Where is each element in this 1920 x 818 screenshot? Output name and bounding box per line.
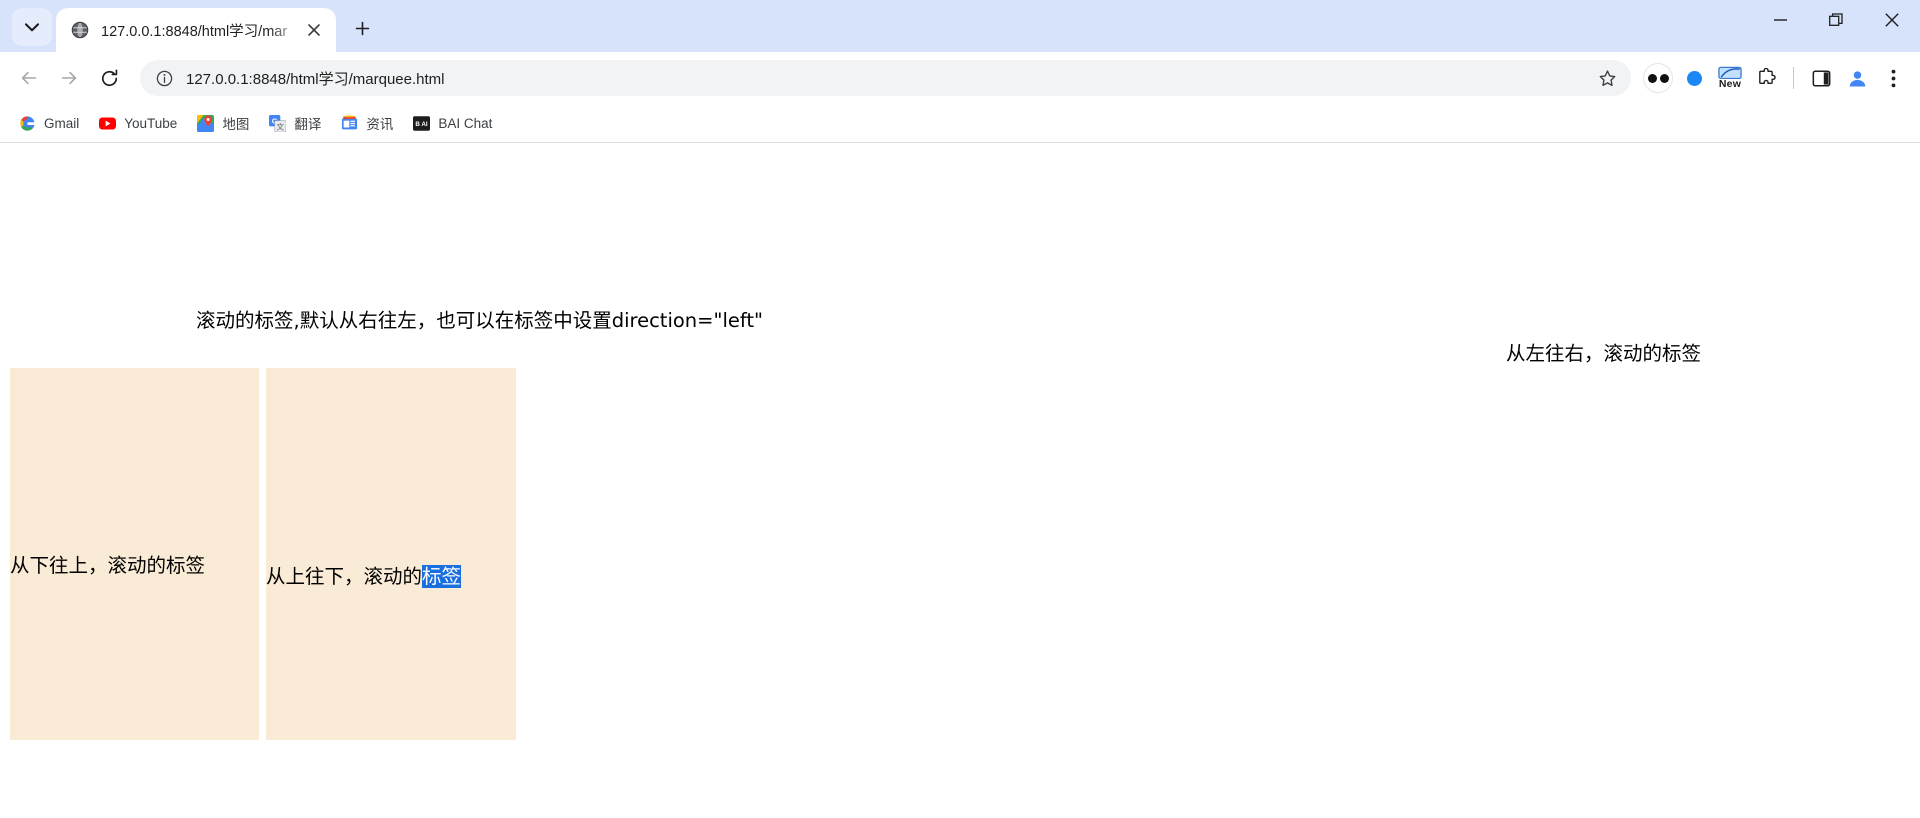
forward-button[interactable] (50, 59, 88, 97)
tab-search-button[interactable] (12, 8, 52, 46)
marquee-default-direction-text: 滚动的标签,默认从右往左，也可以在标签中设置direction="left" (196, 309, 764, 332)
bookmark-news[interactable]: 资讯 (332, 109, 402, 137)
plus-icon (355, 21, 369, 35)
reload-icon (101, 68, 117, 86)
avatar-icon (1849, 70, 1865, 87)
puzzle-piece-icon (1758, 67, 1776, 84)
profile-avatar-button[interactable] (1840, 61, 1874, 95)
google-maps-icon (197, 114, 215, 132)
close-icon (1885, 13, 1899, 27)
extension-new-button[interactable]: New (1713, 61, 1747, 95)
chrome-menu-button[interactable] (1876, 61, 1910, 95)
bookmark-label: 翻译 (294, 117, 322, 132)
minimize-icon (1773, 19, 1787, 21)
blue-dot-extension-icon (1686, 70, 1702, 86)
tab-active[interactable]: 127.0.0.1:8848/html学习/mar (56, 8, 336, 52)
site-info-icon[interactable] (154, 68, 174, 88)
marquee-right-direction-text: 从左往右，滚动的标签 (1506, 342, 1702, 365)
browser-window: 127.0.0.1:8848/html学习/mar 127.0.0.1:8848… (0, 0, 1920, 818)
marquee-down-text: 从上往下，滚动的标签 (266, 560, 462, 589)
bookmark-translate[interactable]: G 文 翻译 (260, 109, 330, 137)
svg-text:B AI: B AI (416, 121, 429, 128)
restore-icon (1829, 13, 1843, 26)
extension-dots-button[interactable] (1641, 61, 1675, 95)
address-bar[interactable]: 127.0.0.1:8848/html学习/marquee.html (140, 60, 1631, 96)
marquee-box-up: 从下往上，滚动的标签 (10, 368, 259, 740)
tab-close-button[interactable] (302, 18, 326, 42)
tab-strip: 127.0.0.1:8848/html学习/mar (0, 0, 1920, 52)
globe-icon (70, 20, 90, 40)
chevron-down-icon (25, 22, 39, 31)
arrow-left-icon (21, 71, 37, 85)
bookmark-label: Gmail (44, 115, 80, 131)
tab-title: 127.0.0.1:8848/html学习/mar (101, 23, 288, 40)
minimize-window-button[interactable] (1752, 0, 1808, 40)
bookmark-bai-chat[interactable]: B AI BAI Chat (404, 109, 501, 137)
toolbar-divider (1793, 67, 1794, 89)
star-icon (1599, 69, 1615, 86)
bai-chat-icon: B AI (413, 115, 431, 132)
marquee-up-text: 从下往上，滚动的标签 (10, 554, 206, 577)
marquee-box-down: 从上往下，滚动的标签 (266, 368, 516, 740)
new-tab-button[interactable] (344, 10, 380, 46)
side-panel-icon (1812, 70, 1830, 86)
bookmark-label: BAI Chat (438, 115, 493, 131)
browser-toolbar: 127.0.0.1:8848/html学习/marquee.html New (0, 52, 1920, 104)
address-bar-url: 127.0.0.1:8848/html学习/marquee.html (186, 70, 445, 88)
gmail-icon (19, 115, 36, 132)
close-icon (308, 24, 320, 36)
close-window-button[interactable] (1864, 0, 1920, 40)
three-dot-menu-icon (1891, 69, 1895, 87)
new-feature-icon: New (1718, 66, 1742, 90)
page-content: 滚动的标签,默认从右往左，也可以在标签中设置direction="left" 从… (0, 143, 1920, 818)
svg-text:文: 文 (277, 121, 285, 131)
extensions-button[interactable] (1749, 61, 1783, 95)
marquee-down-text-selection[interactable]: 标签 (422, 565, 462, 588)
marquee-down-text-prefix: 从上往下，滚动的 (266, 565, 423, 588)
bookmark-star-button[interactable] (1591, 62, 1623, 94)
arrow-right-icon (61, 71, 77, 85)
side-panel-button[interactable] (1804, 61, 1838, 95)
extension-bluedot-button[interactable] (1677, 61, 1711, 95)
youtube-icon (99, 115, 117, 132)
bookmark-maps[interactable]: 地图 (188, 109, 258, 137)
bookmark-gmail[interactable]: Gmail (10, 109, 88, 137)
bookmark-label: 资讯 (366, 117, 394, 132)
maximize-window-button[interactable] (1808, 0, 1864, 40)
reload-button[interactable] (90, 59, 128, 97)
two-dots-extension-icon (1644, 64, 1672, 92)
bookmark-youtube[interactable]: YouTube (90, 109, 186, 137)
bookmark-label: YouTube (124, 115, 178, 131)
google-news-icon (341, 115, 358, 132)
bookmark-label: 地图 (222, 117, 250, 132)
google-translate-icon: G 文 (269, 114, 287, 132)
window-controls (1752, 0, 1920, 52)
bookmarks-bar: Gmail YouTube 地图 文 翻译 资讯 B AI BAI Chat (0, 104, 1920, 142)
back-button[interactable] (10, 59, 48, 97)
new-badge-label: New (1718, 78, 1742, 91)
